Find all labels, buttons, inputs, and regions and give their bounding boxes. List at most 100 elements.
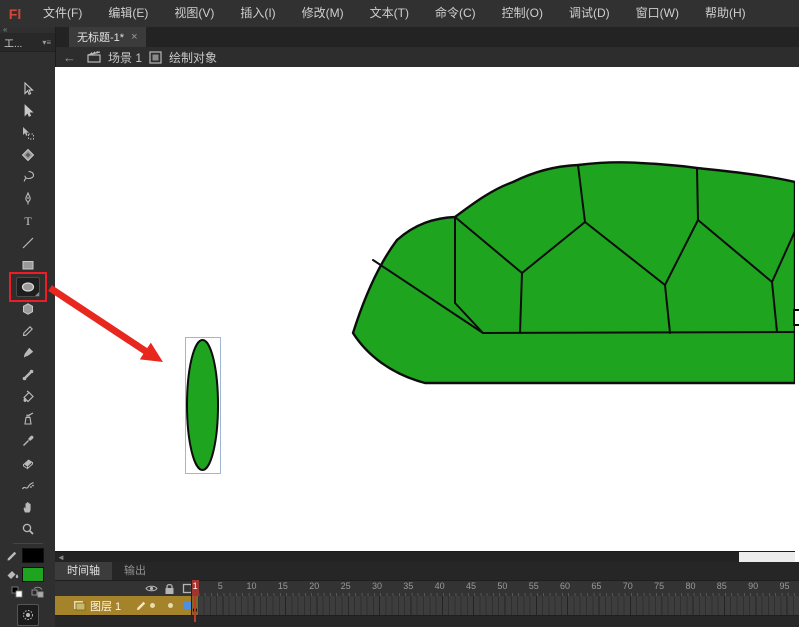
menu-item[interactable]: 插入(I) [227, 0, 288, 27]
lock-icon[interactable] [164, 583, 175, 595]
gradient-transform-tool[interactable] [16, 145, 40, 165]
stroke-pencil-icon [5, 549, 19, 563]
clipped-edge-object [793, 309, 799, 326]
ruler-frame-number: 60 [560, 581, 570, 591]
layer-name[interactable]: 图层 1 [90, 598, 121, 614]
tutorial-highlight-box [9, 272, 47, 302]
document-tab-strip: 无标题-1* × [55, 27, 799, 47]
breadcrumb-object: 绘制对象 [169, 49, 217, 66]
zoom-tool[interactable] [16, 519, 40, 539]
menu-item[interactable]: 控制(O) [489, 0, 556, 27]
stroke-color-row [5, 548, 51, 563]
breadcrumb-scene[interactable]: 场景 1 [108, 49, 142, 66]
layer-outline-swatch[interactable] [184, 602, 191, 609]
ruler-frame-number: 25 [341, 581, 351, 591]
bone-tool[interactable] [16, 365, 40, 385]
ruler-frame-number: 1 [193, 581, 198, 591]
drawing-object-icon [149, 51, 162, 64]
layer-icon [73, 600, 86, 611]
ruler-frame-number: 65 [591, 581, 601, 591]
timeline-footer [55, 615, 799, 627]
tab-output[interactable]: 输出 [112, 562, 158, 580]
svg-text:T: T [24, 214, 32, 228]
show-hide-eye-icon[interactable] [145, 583, 158, 594]
ruler-frame-number: 15 [278, 581, 288, 591]
menu-item[interactable]: 命令(C) [422, 0, 489, 27]
ruler-frame-number: 20 [309, 581, 319, 591]
paint-bucket-tool[interactable] [16, 387, 40, 407]
layer-visible-dot[interactable] [150, 603, 155, 608]
menu-item[interactable]: 编辑(E) [95, 0, 161, 27]
text-tool[interactable]: T [16, 211, 40, 231]
flash-window: Fl 文件(F)编辑(E)视图(V)插入(I)修改(M)文本(T)命令(C)控制… [0, 0, 799, 627]
object-drawing-toggle[interactable] [17, 604, 39, 626]
fill-color-row [5, 567, 51, 582]
stroke-color-swatch[interactable] [22, 548, 44, 563]
close-icon[interactable]: × [131, 31, 137, 43]
stage-canvas[interactable] [55, 67, 795, 551]
back-arrow-icon[interactable]: ← [55, 50, 80, 65]
ruler-frame-number: 35 [403, 581, 413, 591]
polystar-tool[interactable] [16, 299, 40, 319]
pencil-tool[interactable] [16, 321, 40, 341]
ruler-frame-number: 95 [779, 581, 789, 591]
ruler-frame-number: 5 [218, 581, 223, 591]
timeline-panel: 时间轴 输出 151015202530354045505560657075808… [55, 562, 799, 627]
oval-tool[interactable] [16, 277, 40, 297]
line-tool[interactable] [16, 233, 40, 253]
menu-item[interactable]: 文件(F) [30, 0, 95, 27]
menu-bar: Fl 文件(F)编辑(E)视图(V)插入(I)修改(M)文本(T)命令(C)控制… [0, 0, 799, 28]
tools-panel-title: 工... [4, 35, 22, 50]
selected-oval-shape[interactable] [186, 338, 221, 474]
tab-timeline[interactable]: 时间轴 [55, 562, 112, 580]
turtle-shell-shape[interactable] [353, 162, 795, 383]
toolbar-separator [13, 543, 43, 544]
layer-lock-dot[interactable] [168, 603, 173, 608]
subselection-tool[interactable] [16, 101, 40, 121]
eraser-tool[interactable] [16, 453, 40, 473]
ruler-frame-number: 45 [466, 581, 476, 591]
brush-tool[interactable] [16, 343, 40, 363]
edit-bar: ← 场景 1 绘制对象 [55, 47, 799, 68]
ruler-frame-number: 85 [717, 581, 727, 591]
menu-item[interactable]: 视图(V) [161, 0, 227, 27]
playhead-line[interactable] [194, 596, 196, 622]
ruler-frame-number: 50 [497, 581, 507, 591]
tools-panel: « 工... ▾≡ T [0, 27, 56, 627]
layer-frames[interactable] [192, 596, 799, 615]
ruler-frame-number: 30 [372, 581, 382, 591]
spray-brush-tool[interactable] [16, 475, 40, 495]
editing-pencil-icon [135, 599, 148, 612]
eyedropper-tool[interactable] [16, 431, 40, 451]
fill-color-swatch[interactable] [22, 567, 44, 582]
ruler-frame-number: 75 [654, 581, 664, 591]
ink-bottle-tool[interactable] [16, 409, 40, 429]
selection-tool[interactable] [16, 79, 40, 99]
document-title: 无标题-1* [77, 29, 124, 45]
menu-items: 文件(F)编辑(E)视图(V)插入(I)修改(M)文本(T)命令(C)控制(O)… [30, 0, 759, 27]
lasso-tool[interactable] [16, 167, 40, 187]
document-tab[interactable]: 无标题-1* × [69, 27, 146, 47]
object-drawing-icon [21, 608, 35, 622]
default-colors-icon[interactable] [11, 586, 23, 598]
swap-colors-icon[interactable] [31, 586, 45, 598]
ruler-frame-number: 10 [247, 581, 257, 591]
fill-bucket-icon [5, 568, 19, 582]
pen-tool[interactable] [16, 189, 40, 209]
menu-item[interactable]: 修改(M) [289, 0, 357, 27]
ruler-frame-number: 55 [529, 581, 539, 591]
scene-icon [87, 51, 101, 63]
layer-row[interactable]: 图层 1 [55, 596, 799, 615]
menu-item[interactable]: 调试(D) [556, 0, 623, 27]
app-logo: Fl [0, 6, 30, 22]
menu-item[interactable]: 文本(T) [357, 0, 422, 27]
ruler-frame-number: 70 [623, 581, 633, 591]
free-transform-tool[interactable] [16, 123, 40, 143]
ruler-frame-number: 40 [435, 581, 445, 591]
hand-tool[interactable] [16, 497, 40, 517]
frame-ruler[interactable]: 15101520253035404550556065707580859095 [192, 580, 799, 596]
panel-menu-icon[interactable]: ▾≡ [42, 38, 51, 47]
menu-item[interactable]: 帮助(H) [692, 0, 759, 27]
ruler-frame-number: 80 [685, 581, 695, 591]
menu-item[interactable]: 窗口(W) [623, 0, 692, 27]
